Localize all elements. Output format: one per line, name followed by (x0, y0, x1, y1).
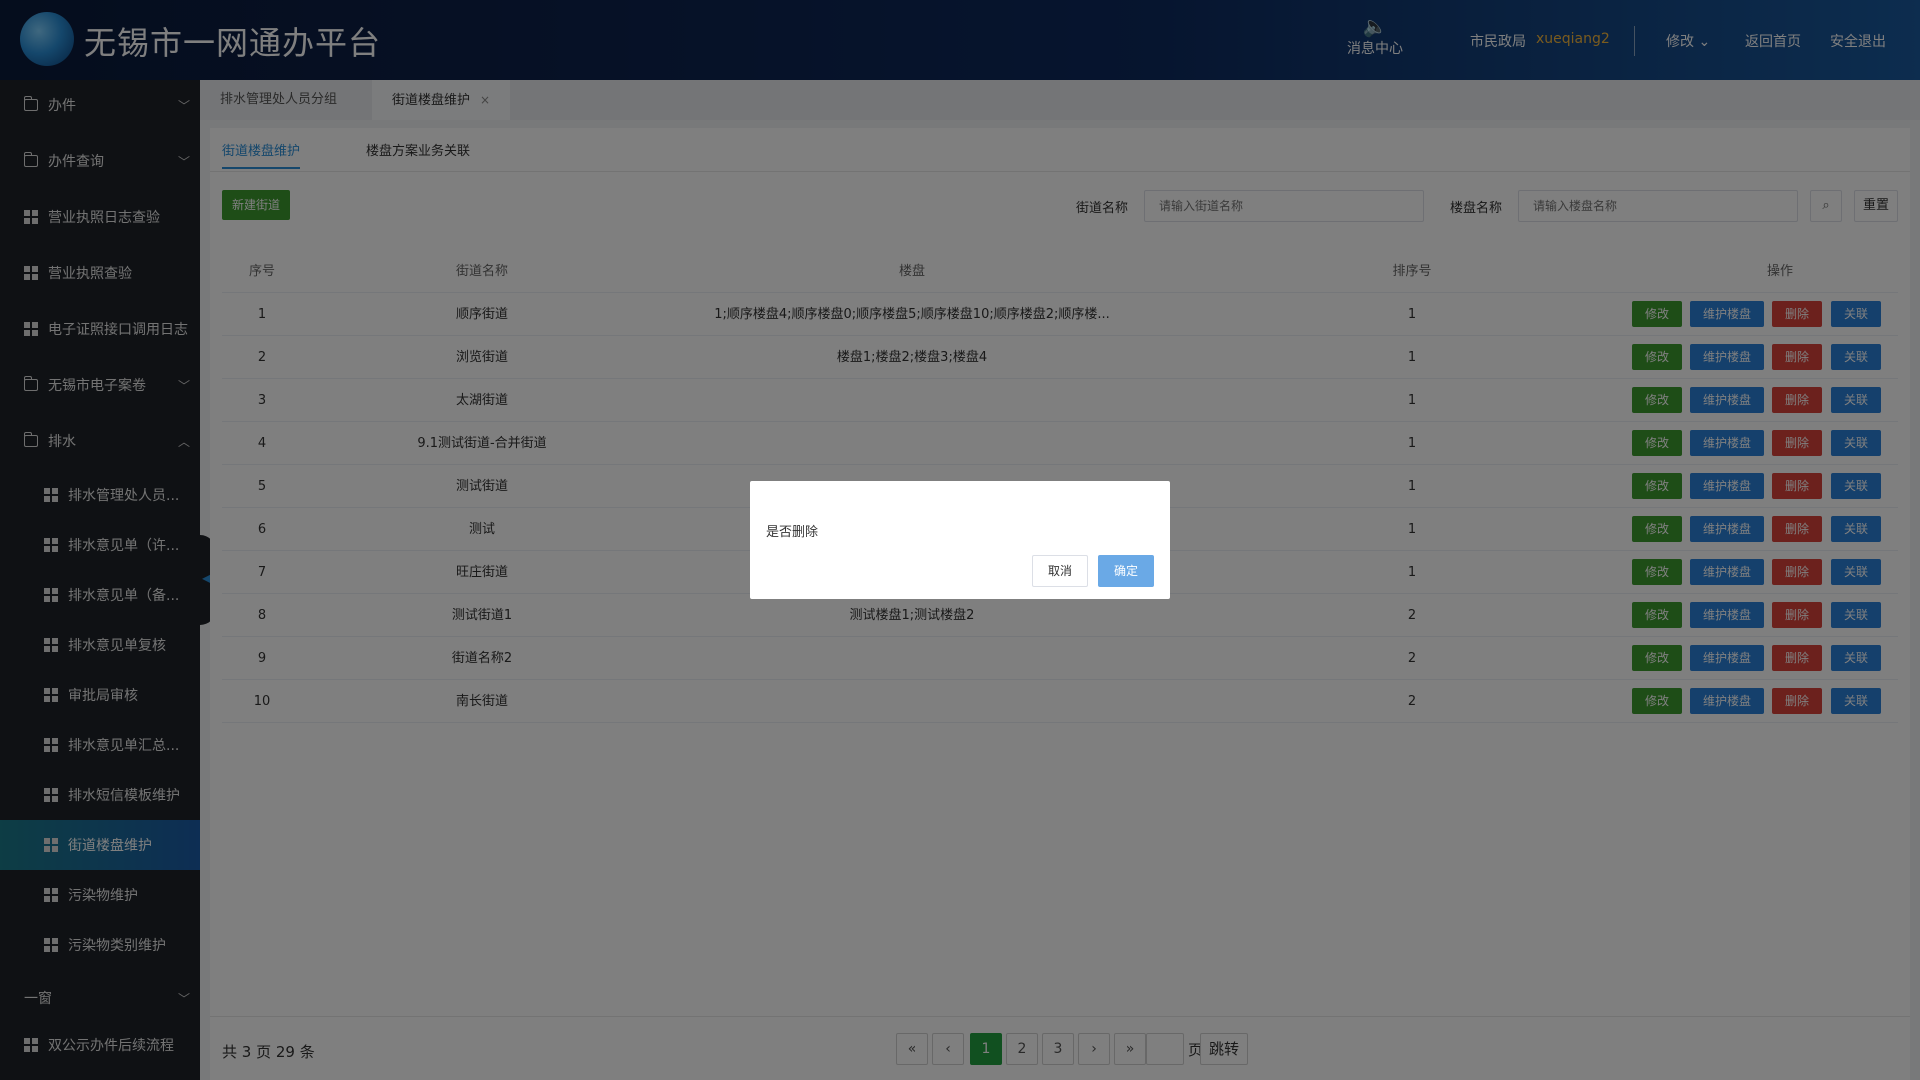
confirm-delete-dialog: 是否删除 取消 确定 (750, 481, 1170, 599)
confirm-button[interactable]: 确定 (1098, 555, 1154, 587)
dialog-message: 是否删除 (766, 525, 819, 540)
cancel-button[interactable]: 取消 (1032, 555, 1088, 587)
